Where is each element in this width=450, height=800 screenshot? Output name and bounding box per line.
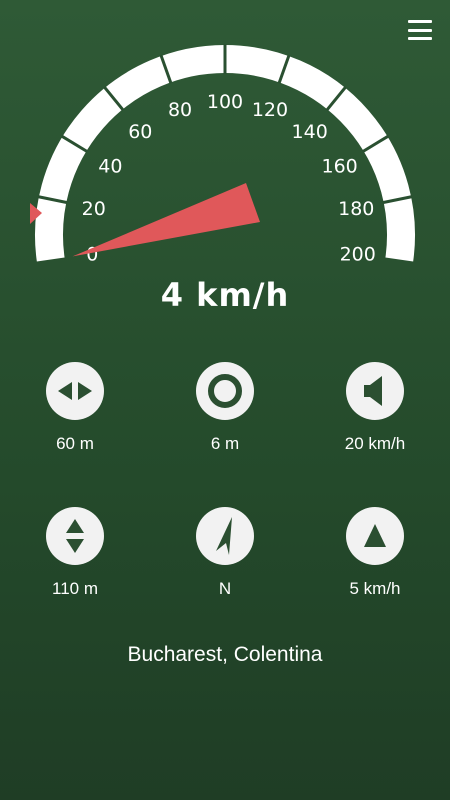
gauge-tick-label: 20 xyxy=(82,198,106,220)
gauge-tick-label: 120 xyxy=(252,99,288,121)
gauge-tick-label: 80 xyxy=(168,99,192,121)
location-label: Bucharest, Colentina xyxy=(127,643,323,666)
gauge-tick-label: 60 xyxy=(128,121,152,143)
accuracy-value: 6 m xyxy=(210,434,240,453)
gauge-tick-label: 160 xyxy=(321,156,357,178)
average-speed-stat: 5 km/h xyxy=(300,507,450,599)
gauge-tick-label: 200 xyxy=(340,244,376,266)
speed-alert-value: 20 km/h xyxy=(344,434,406,453)
triangle-up-icon[interactable] xyxy=(346,507,404,565)
altitude-value: 110 m xyxy=(52,579,98,598)
compass-icon[interactable] xyxy=(196,507,254,565)
altitude-stat: 110 m xyxy=(0,507,150,599)
heading-stat: N xyxy=(150,507,300,599)
accuracy-stat: 6 m xyxy=(150,362,300,454)
speedometer-gauge: 020406080 100 120140160180200 xyxy=(30,44,415,266)
horizontal-arrows-icon[interactable] xyxy=(46,362,104,420)
horizontal-distance-value: 60 m xyxy=(56,434,94,453)
gauge-tick-label: 140 xyxy=(292,121,328,143)
vertical-arrows-icon[interactable] xyxy=(46,507,104,565)
target-circle-icon[interactable] xyxy=(196,362,254,420)
gauge-tick-label: 180 xyxy=(338,198,374,220)
heading-value: N xyxy=(218,579,232,598)
current-speed-readout: 4 km/h xyxy=(160,276,290,314)
average-speed-value: 5 km/h xyxy=(349,579,401,598)
speaker-icon[interactable] xyxy=(346,362,404,420)
gauge-tick-label: 100 xyxy=(207,91,243,113)
gauge-tick-label: 40 xyxy=(98,156,122,178)
horizontal-distance-stat: 60 m xyxy=(0,362,150,454)
speed-alert-stat: 20 km/h xyxy=(300,362,450,454)
